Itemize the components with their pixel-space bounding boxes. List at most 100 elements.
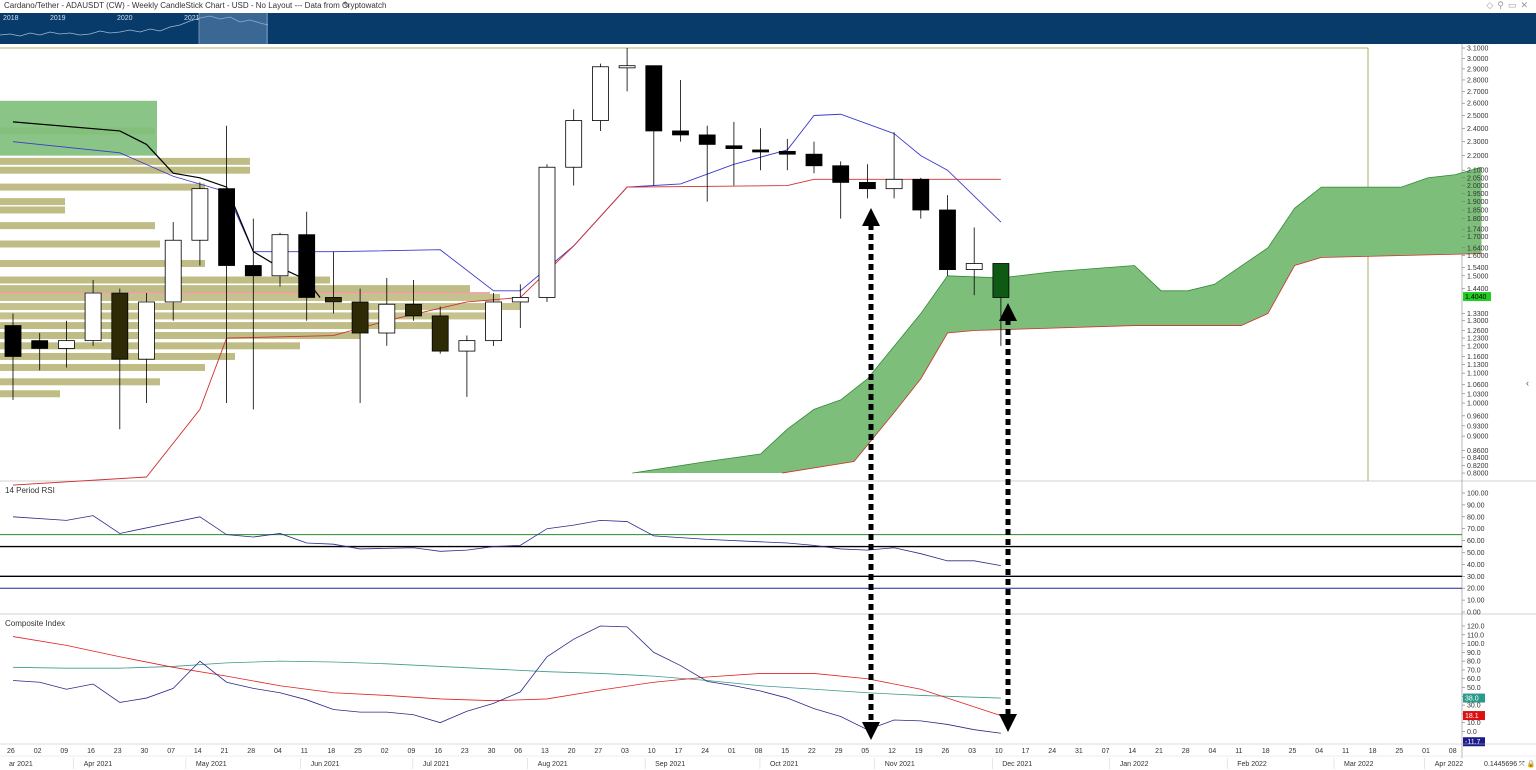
collapse-panel-icon[interactable]: ‹: [1526, 378, 1529, 388]
week-tick-label: 22: [808, 748, 816, 755]
rsi-tick-label: 100.00: [1467, 491, 1489, 498]
price-tick-label: 1.9500: [1467, 191, 1489, 198]
week-tick-label: 15: [781, 748, 789, 755]
week-tick-label: 08: [1449, 748, 1457, 755]
price-tick-label: 2.9000: [1467, 66, 1489, 73]
volume-profile-bar: [0, 390, 60, 398]
zoom-readout: 0.1445696 ⤧ 🔒: [1484, 760, 1536, 769]
price-tick-label: 2.5000: [1467, 113, 1489, 120]
candle-body: [805, 153, 823, 167]
price-tick-label: 0.9000: [1467, 434, 1489, 441]
candle-body: [565, 120, 583, 168]
price-pane[interactable]: 3.1000 3.0000 2.9000 2.8000 2.7000 2.6000 2.50…: [0, 44, 1536, 758]
volume-profile-bar: [0, 183, 205, 191]
candle-body: [965, 263, 983, 270]
candle-body: [458, 340, 476, 352]
navigator-selection[interactable]: [199, 13, 268, 44]
week-tick-label: 03: [968, 748, 976, 755]
price-tick-label: 1.1600: [1467, 354, 1489, 361]
candle-body: [324, 297, 342, 303]
candle-body: [778, 150, 796, 155]
week-tick-label: 17: [675, 748, 683, 755]
week-tick-label: 09: [408, 748, 416, 755]
candle-body: [31, 340, 49, 349]
week-tick-label: 09: [60, 748, 68, 755]
price-tick-label: 1.8500: [1467, 207, 1489, 214]
composite-tick-label: 80.0: [1467, 659, 1481, 666]
price-tick-label: 1.0000: [1467, 401, 1489, 408]
candle-body: [645, 65, 663, 132]
rsi-tick-label: 50.00: [1467, 550, 1485, 557]
composite-tick-label: 10.0: [1467, 720, 1481, 727]
week-tick-label: 25: [354, 748, 362, 755]
candle-body: [431, 315, 449, 352]
week-tick-label: 19: [915, 748, 923, 755]
price-tick-label: 2.2000: [1467, 153, 1489, 160]
price-tick-label: 1.6400: [1467, 245, 1489, 252]
zoom-value: 0.1445696: [1484, 761, 1518, 768]
candle-body: [111, 292, 129, 360]
candle-body: [992, 263, 1010, 298]
price-tick-label: 0.8000: [1467, 471, 1489, 478]
candle-body: [592, 66, 609, 121]
candle-body: [405, 303, 422, 317]
composite-tick-label: 0.0: [1467, 729, 1477, 736]
restore-icon[interactable]: ▭: [1508, 0, 1521, 10]
week-tick-label: 29: [835, 748, 843, 755]
chart-canvas[interactable]: 3.1000 3.0000 2.9000 2.8000 2.7000 2.6000 2.50…: [0, 44, 1536, 770]
month-tick-label: Oct 2021: [770, 761, 799, 768]
candle-body: [511, 297, 529, 303]
week-tick-label: 24: [701, 748, 709, 755]
price-tick-label: 1.5000: [1467, 273, 1489, 280]
composite-fast-average: [12, 636, 1002, 717]
week-tick-label: 02: [381, 748, 389, 755]
composite-index-line: [12, 625, 1001, 734]
pencil-icon[interactable]: ✎: [343, 0, 351, 11]
window-controls[interactable]: ◇⚲▭✕: [1486, 0, 1532, 11]
candle-body: [271, 234, 289, 277]
tool-icon[interactable]: ⚲: [1497, 0, 1508, 10]
week-tick-label: 14: [194, 748, 202, 755]
price-tick-label: 2.4000: [1467, 126, 1489, 133]
composite-value-label: 18.1: [1465, 713, 1479, 720]
rsi-pane-title: 14 Period RSI: [5, 486, 55, 495]
price-tick-label: 1.8000: [1467, 216, 1489, 223]
week-tick-label: 08: [755, 748, 763, 755]
chart-window-title: Cardano/Tether - ADAUSDT (CW) - Weekly C…: [4, 1, 387, 10]
rsi-pane[interactable]: 100.00 90.00 80.00 70.00 60.00 50.00 40.00 30.0…: [0, 491, 1489, 617]
close-icon[interactable]: ✕: [1520, 0, 1532, 10]
week-tick-label: 21: [221, 748, 229, 755]
volume-profile-bar: [0, 363, 205, 371]
week-tick-label: 07: [167, 748, 175, 755]
week-tick-label: 20: [568, 748, 576, 755]
volume-profile-bar: [0, 303, 520, 311]
price-tick-label: 0.9300: [1467, 423, 1489, 430]
volume-profile-bar: [0, 240, 160, 248]
week-tick-label: 11: [301, 748, 308, 755]
volume-profile-value-area: [0, 100, 157, 156]
composite-value-label: -11.7: [1465, 739, 1481, 746]
rsi-tick-label: 70.00: [1467, 526, 1485, 533]
rsi-tick-label: 80.00: [1467, 514, 1485, 521]
price-tick-label: 1.6000: [1467, 253, 1489, 260]
rsi-tick-label: 0.00: [1467, 610, 1481, 617]
volume-profile-bar: [0, 206, 65, 214]
composite-tick-label: 30.0: [1467, 703, 1481, 710]
week-tick-label: 18: [327, 748, 335, 755]
candle-body: [138, 301, 155, 360]
volume-profile-bar: [0, 157, 250, 165]
week-tick-label: 07: [1102, 748, 1110, 755]
composite-pane[interactable]: 120.0110.0100.090.080.070.060.050.040.03…: [12, 624, 1485, 747]
composite-tick-label: 110.0: [1467, 632, 1484, 639]
candle-body: [912, 178, 930, 211]
price-tick-label: 0.8200: [1467, 463, 1489, 470]
price-tick-label: 2.8000: [1467, 77, 1489, 84]
candle-body: [939, 209, 956, 270]
candle-body: [4, 325, 22, 357]
rsi-tick-label: 10.00: [1467, 598, 1485, 605]
week-tick-label: 04: [274, 748, 282, 755]
price-tick-label: 0.9600: [1467, 413, 1489, 420]
pin-icon[interactable]: ◇: [1486, 0, 1497, 10]
volume-profile-bar: [0, 332, 360, 340]
price-tick-label: 1.2600: [1467, 328, 1489, 335]
